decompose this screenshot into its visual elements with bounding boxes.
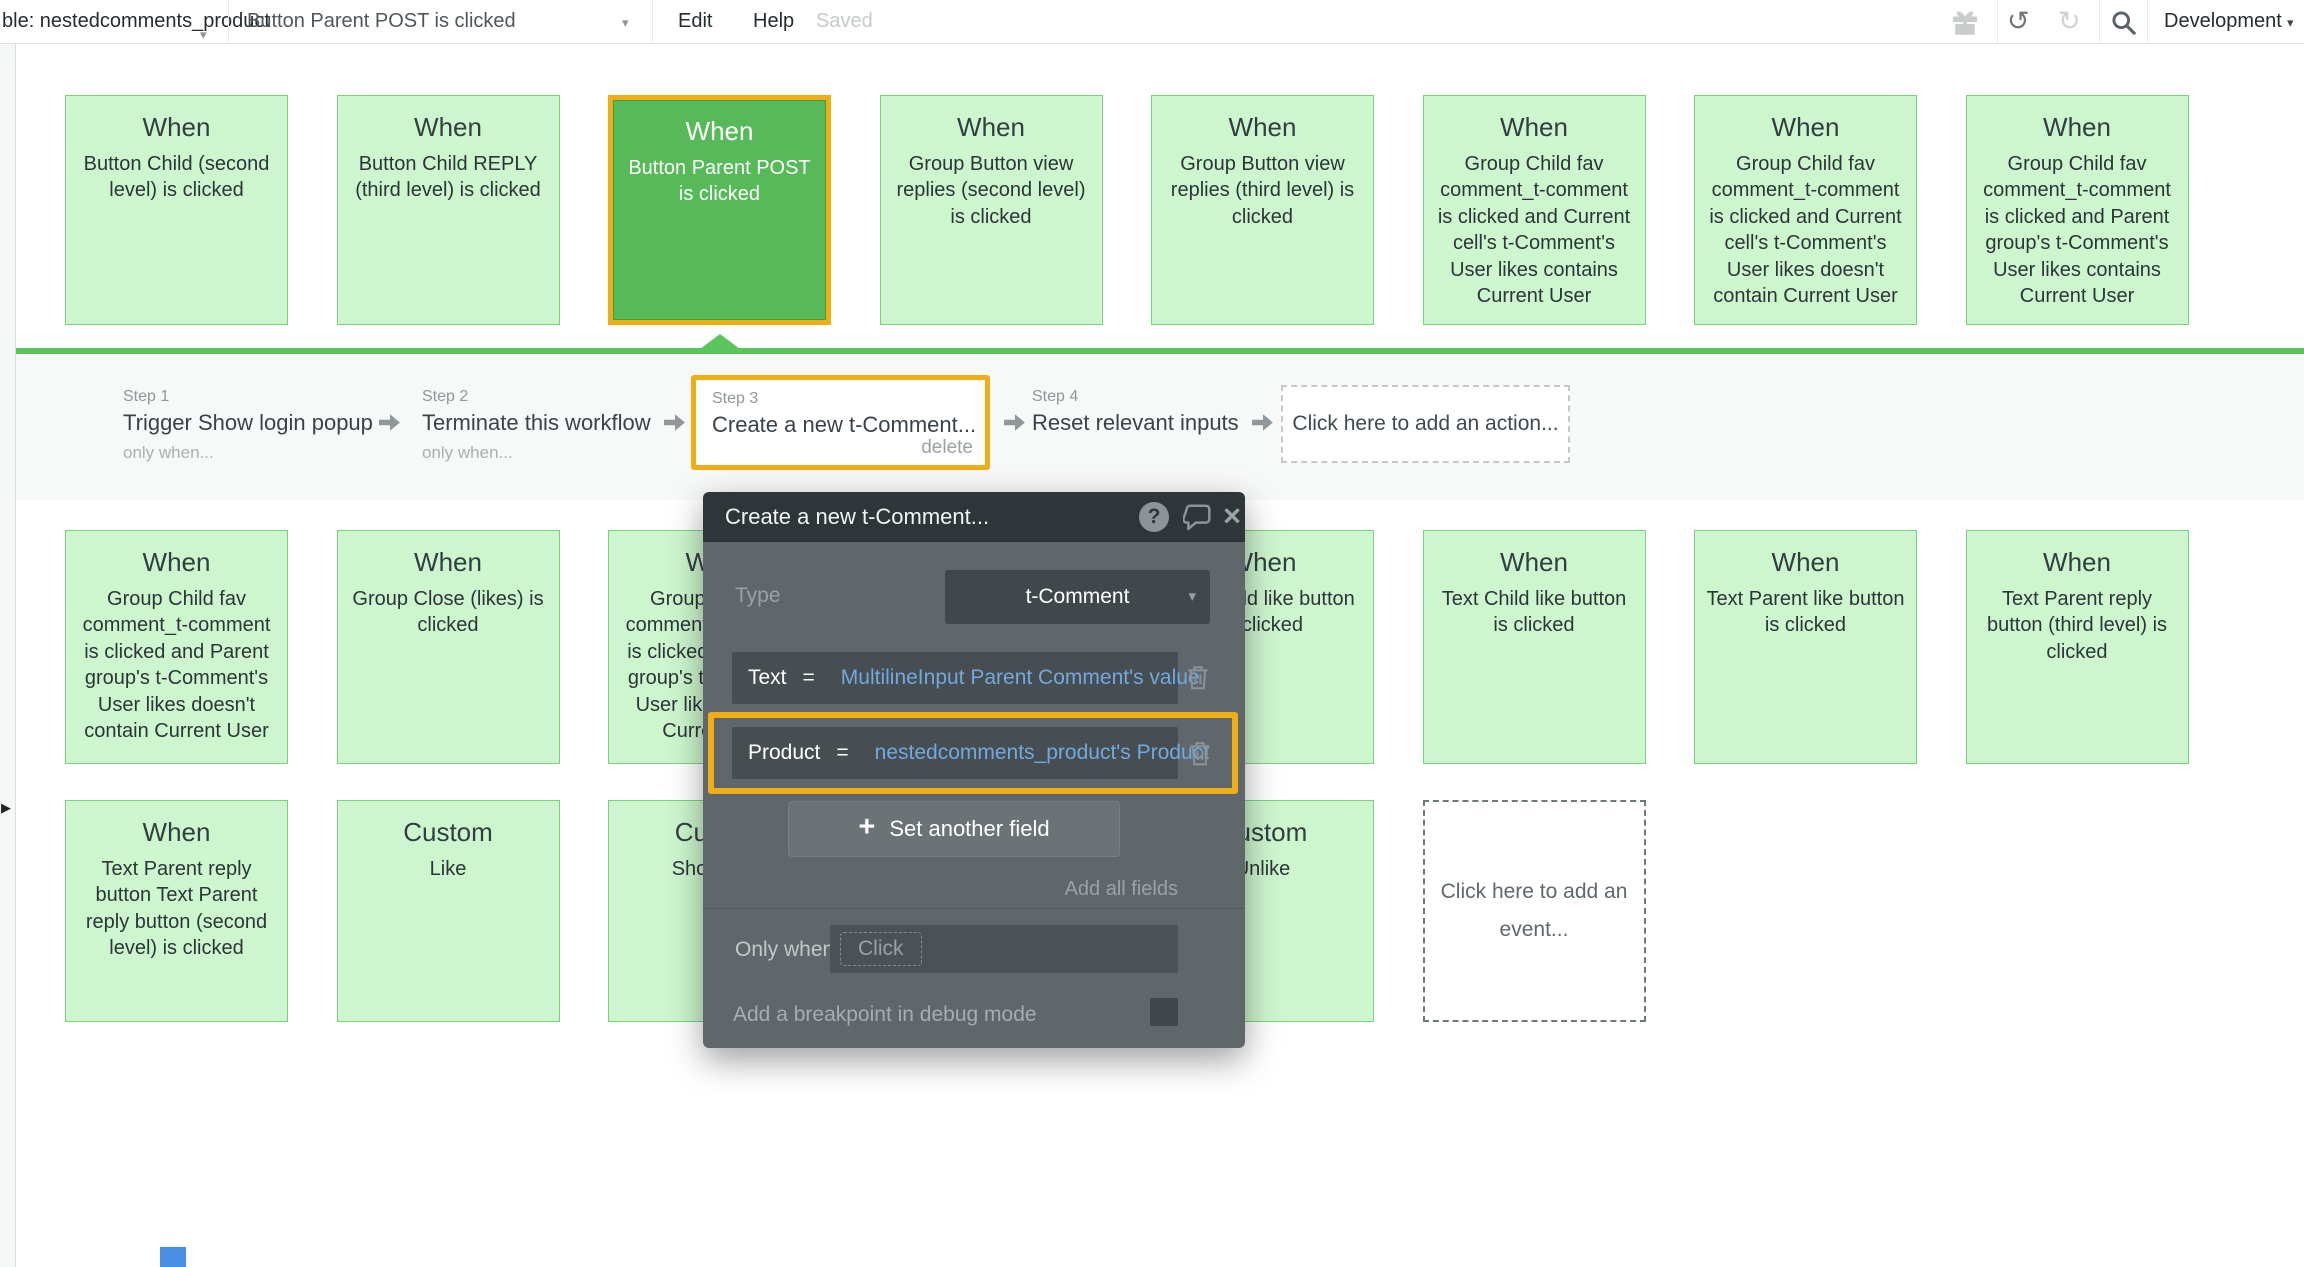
- menu-help[interactable]: Help: [753, 10, 794, 33]
- event-card[interactable]: When Group Close (likes) is clicked: [337, 530, 560, 764]
- workflow-selector-caret-icon[interactable]: ▾: [622, 15, 629, 31]
- event-card[interactable]: When Text Parent reply button (third lev…: [1966, 530, 2189, 764]
- breakpoint-checkbox[interactable]: [1150, 998, 1178, 1026]
- event-card[interactable]: When Group Child fav comment_t-comment i…: [1966, 95, 2189, 325]
- add-all-fields-link[interactable]: Add all fields: [1065, 878, 1178, 901]
- modal-title: Create a new t-Comment...: [725, 504, 989, 530]
- workflow-step-2[interactable]: Step 2 Terminate this workflow only when…: [422, 388, 651, 463]
- event-card[interactable]: When Group Child fav comment_t-comment i…: [1694, 95, 1917, 325]
- workflow-step-1[interactable]: Step 1 Trigger Show login popup only whe…: [123, 388, 373, 463]
- close-icon[interactable]: ×: [1223, 496, 1241, 536]
- type-label: Type: [735, 584, 781, 608]
- trash-icon[interactable]: [1188, 740, 1212, 772]
- environment-selector[interactable]: Development: [2164, 10, 2282, 33]
- workflow-selector[interactable]: Button Parent POST is clicked: [247, 10, 516, 33]
- step-delete-link[interactable]: delete: [921, 437, 973, 459]
- event-card[interactable]: When Text Child like button is clicked: [1423, 530, 1646, 764]
- event-card[interactable]: When Text Parent like button is clicked: [1694, 530, 1917, 764]
- toolbar-divider: [2147, 0, 2148, 44]
- event-card[interactable]: When Group Button view replies (third le…: [1151, 95, 1374, 325]
- canvas-element-blue: [160, 1247, 186, 1267]
- event-card[interactable]: When Group Child fav comment_t-comment i…: [1423, 95, 1646, 325]
- breakpoint-label: Add a breakpoint in debug mode: [733, 1003, 1037, 1027]
- page-selector-caret-icon[interactable]: ▾: [200, 27, 207, 43]
- help-icon[interactable]: ?: [1139, 502, 1169, 532]
- step-arrow-icon: [1252, 412, 1274, 438]
- action-editor-modal: Create a new t-Comment... ? × Type t-Com…: [703, 492, 1245, 1048]
- workflow-steps-panel: Step 1 Trigger Show login popup only whe…: [16, 354, 2304, 500]
- toolbar-divider: [652, 0, 653, 44]
- only-when-label: Only when: [735, 938, 834, 962]
- event-card[interactable]: When Button Child REPLY (third level) is…: [337, 95, 560, 325]
- set-another-field-button[interactable]: + Set another field: [788, 801, 1120, 857]
- workflow-step-3-highlighted[interactable]: Step 3 Create a new t-Comment... delete: [691, 375, 990, 470]
- canvas-left-rail: [0, 44, 16, 1267]
- event-card[interactable]: When Group Button view replies (second l…: [880, 95, 1103, 325]
- modal-divider: [703, 908, 1245, 909]
- toolbar-divider: [1997, 0, 1998, 44]
- event-card[interactable]: When Text Parent reply button Text Paren…: [65, 800, 288, 1022]
- gift-icon[interactable]: [1950, 8, 1980, 41]
- modal-header[interactable]: Create a new t-Comment... ? ×: [703, 492, 1245, 542]
- event-card-selected[interactable]: When Button Parent POST is clicked: [608, 95, 831, 325]
- type-dropdown[interactable]: t-Comment ▾: [945, 570, 1210, 624]
- bubble-workflow-editor: ble: nestedcomments_product ▾ Button Par…: [0, 0, 2304, 1267]
- event-row-1: When Button Child (second level) is clic…: [65, 95, 2189, 325]
- undo-icon[interactable]: ↺: [2007, 3, 2030, 39]
- field-row-product[interactable]: Product = nestedcomments_product's Produ…: [732, 727, 1178, 779]
- add-event-button[interactable]: Click here to add an event...: [1423, 800, 1646, 1022]
- event-card[interactable]: When Group Child fav comment_t-comment i…: [65, 530, 288, 764]
- only-when-input[interactable]: Click: [830, 925, 1178, 973]
- toolbar-divider: [228, 0, 229, 44]
- environment-caret-icon[interactable]: ▾: [2287, 15, 2294, 31]
- save-status: Saved: [816, 10, 873, 33]
- selected-event-pointer: [700, 334, 740, 349]
- field-value-expression[interactable]: MultilineInput Parent Comment's value: [841, 666, 1200, 690]
- add-action-button[interactable]: Click here to add an action...: [1281, 385, 1570, 463]
- step-arrow-icon: [1004, 412, 1026, 438]
- comment-bubble-icon[interactable]: [1183, 504, 1213, 535]
- step-arrow-icon: [379, 412, 401, 438]
- menu-edit[interactable]: Edit: [678, 10, 712, 33]
- workflow-step-4[interactable]: Step 4 Reset relevant inputs: [1032, 388, 1239, 436]
- toolbar-divider: [2099, 0, 2100, 44]
- field-row-text[interactable]: Text = MultilineInput Parent Comment's v…: [732, 652, 1178, 704]
- highlighted-field-box: Product = nestedcomments_product's Produ…: [708, 712, 1238, 794]
- event-card[interactable]: When Button Child (second level) is clic…: [65, 95, 288, 325]
- page-selector-label[interactable]: ble: nestedcomments_product: [2, 10, 270, 33]
- top-toolbar: ble: nestedcomments_product ▾ Button Par…: [0, 0, 2304, 44]
- modal-body: Type t-Comment ▾ Text = MultilineInput P…: [703, 542, 1245, 1048]
- search-icon[interactable]: [2110, 9, 2137, 41]
- plus-icon: +: [858, 811, 875, 844]
- step-arrow-icon: [664, 412, 686, 438]
- field-value-expression[interactable]: nestedcomments_product's Product: [875, 741, 1209, 765]
- expander-arrow-icon[interactable]: ▶: [1, 800, 11, 816]
- dropdown-caret-icon: ▾: [1188, 570, 1196, 624]
- event-card[interactable]: Custom Like: [337, 800, 560, 1022]
- only-when-click-chip[interactable]: Click: [840, 932, 922, 966]
- trash-icon[interactable]: [1186, 664, 1210, 696]
- redo-icon: ↻: [2058, 3, 2081, 39]
